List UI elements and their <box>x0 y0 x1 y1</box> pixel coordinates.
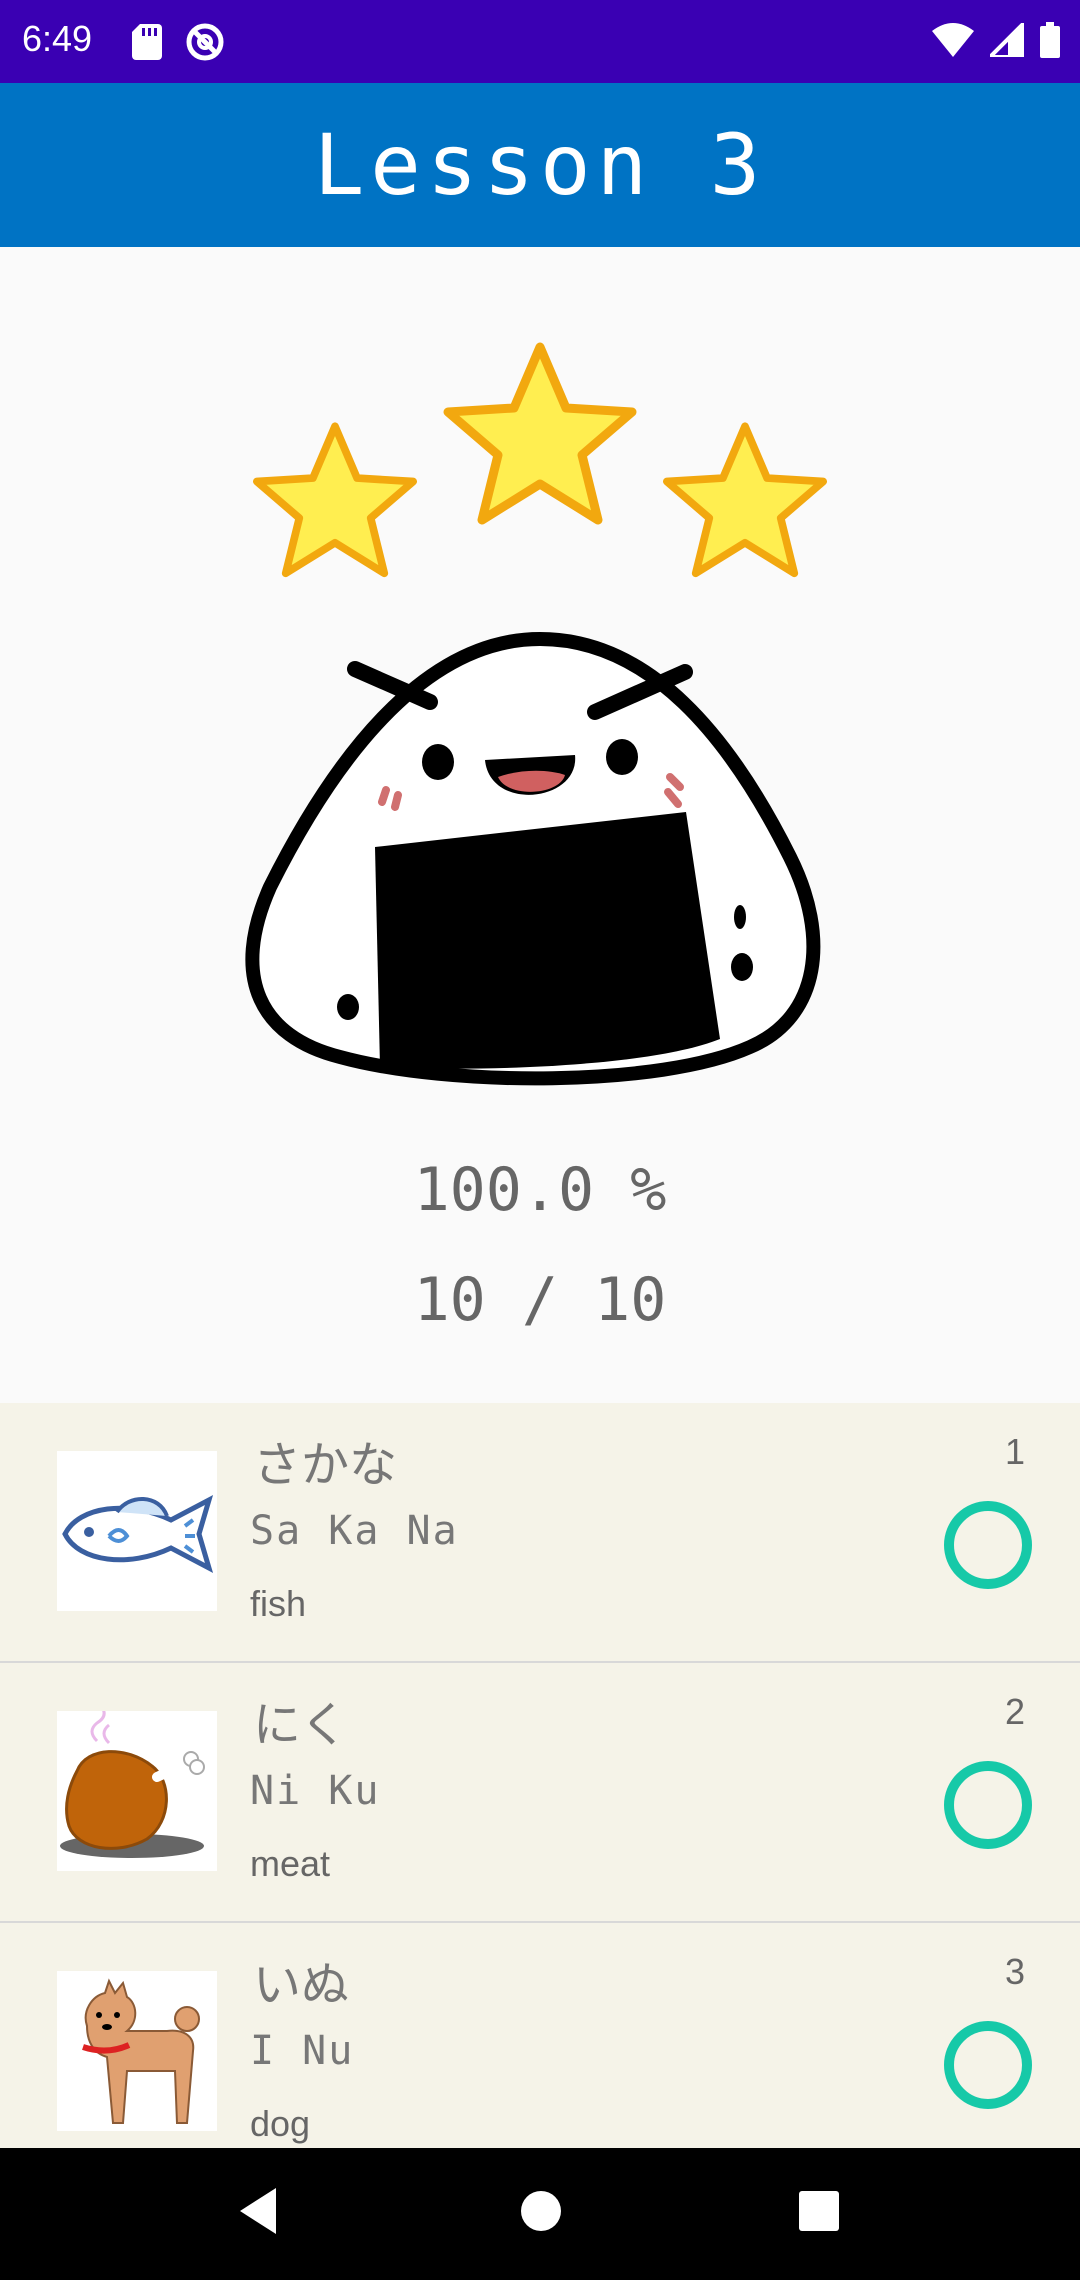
word-english: dog <box>250 2103 311 2144</box>
result-panel: 100.0 % 10 / 10 <box>0 247 1080 1403</box>
star-icon <box>443 342 637 525</box>
word-english: fish <box>250 1583 307 1624</box>
list-item[interactable]: いぬ I Nu dog 3 <box>0 1923 1080 2148</box>
cell-signal-icon <box>985 18 1026 61</box>
word-kana: いぬ <box>253 1957 350 2013</box>
battery-icon <box>1040 22 1060 62</box>
onigiri-mascot <box>230 627 850 1101</box>
word-number: 3 <box>1004 1951 1025 1992</box>
app-bar: Lesson 3 <box>0 83 1080 247</box>
wifi-icon <box>932 23 974 61</box>
dog-image <box>57 1971 217 2131</box>
navigation-bar <box>0 2148 1080 2280</box>
back-icon[interactable] <box>236 2186 280 2240</box>
status-time: 6:49 <box>22 18 93 59</box>
word-list[interactable]: さかな Sa Ka Na fish 1 にく Ni Ku meat 2 いぬ I… <box>0 1403 1080 2148</box>
word-english: meat <box>250 1843 331 1884</box>
word-romaji: Sa Ka Na <box>250 1508 459 1554</box>
recents-icon[interactable] <box>797 2186 841 2240</box>
star-icon <box>252 422 418 578</box>
word-kana: さかな <box>253 1437 398 1493</box>
list-item[interactable]: さかな Sa Ka Na fish 1 <box>0 1403 1080 1663</box>
word-romaji: I Nu <box>250 2028 355 2074</box>
rating-stars <box>240 327 840 631</box>
score-percentage: 100.0 % <box>413 1155 667 1225</box>
correct-mark-icon <box>944 2021 1032 2109</box>
status-bar: 6:49 <box>0 0 1080 83</box>
correct-mark-icon <box>944 1761 1032 1849</box>
word-kana: にく <box>253 1697 349 1753</box>
fish-image <box>57 1451 217 1611</box>
word-romaji: Ni Ku <box>250 1768 381 1814</box>
score-count: 10 / 10 <box>413 1265 667 1335</box>
do-not-disturb-icon <box>185 22 225 66</box>
list-item[interactable]: にく Ni Ku meat 2 <box>0 1663 1080 1923</box>
correct-mark-icon <box>944 1501 1032 1589</box>
page-title: Lesson 3 <box>313 116 767 214</box>
word-number: 2 <box>1004 1691 1025 1732</box>
word-number: 1 <box>1004 1431 1025 1472</box>
star-icon <box>662 422 828 578</box>
home-icon[interactable] <box>519 2186 563 2240</box>
meat-image <box>57 1711 217 1871</box>
sd-card-icon <box>132 24 162 64</box>
